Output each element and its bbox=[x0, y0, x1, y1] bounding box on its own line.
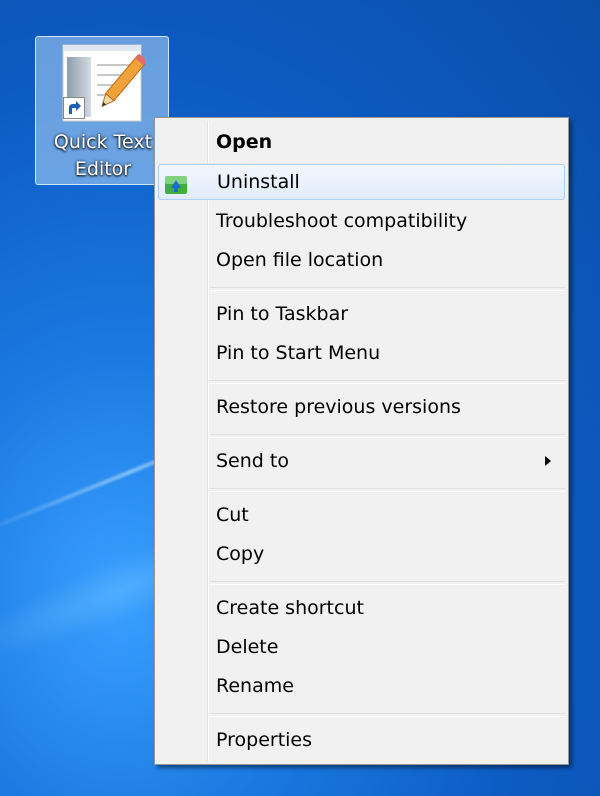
menu-item-label: Troubleshoot compatibility bbox=[216, 210, 468, 232]
icon-label-line1: Quick Text bbox=[53, 131, 153, 153]
menu-item-label: Properties bbox=[216, 729, 313, 751]
menu-item-open[interactable]: Open bbox=[158, 124, 565, 160]
menu-item-label: Pin to Start Menu bbox=[216, 342, 381, 364]
menu-item-label: Cut bbox=[216, 504, 249, 526]
menu-separator bbox=[210, 380, 565, 384]
menu-item-label: Restore previous versions bbox=[216, 396, 461, 418]
menu-item-restore-previous-versions[interactable]: Restore previous versions bbox=[158, 389, 565, 425]
menu-item-properties[interactable]: Properties bbox=[158, 722, 565, 758]
menu-separator bbox=[210, 713, 565, 717]
menu-separator bbox=[210, 581, 565, 585]
menu-item-label: Create shortcut bbox=[216, 597, 364, 619]
menu-item-label: Open bbox=[216, 131, 273, 153]
menu-separator bbox=[210, 434, 565, 438]
menu-item-rename[interactable]: Rename bbox=[158, 668, 565, 704]
menu-item-create-shortcut[interactable]: Create shortcut bbox=[158, 590, 565, 626]
desktop-icon-label: Quick Text Editor bbox=[36, 129, 170, 183]
menu-item-pin-to-start-menu[interactable]: Pin to Start Menu bbox=[158, 335, 565, 371]
menu-item-cut[interactable]: Cut bbox=[158, 497, 565, 533]
menu-item-troubleshoot-compatibility[interactable]: Troubleshoot compatibility bbox=[158, 203, 565, 239]
menu-item-label: Open file location bbox=[216, 249, 384, 271]
menu-item-label: Delete bbox=[216, 636, 279, 658]
menu-separator bbox=[210, 287, 565, 291]
desktop-icon-quick-text-editor[interactable]: Quick Text Editor bbox=[35, 36, 169, 185]
menu-item-send-to[interactable]: Send to bbox=[158, 443, 565, 479]
menu-separator bbox=[210, 488, 565, 492]
menu-item-open-file-location[interactable]: Open file location bbox=[158, 242, 565, 278]
menu-item-pin-to-taskbar[interactable]: Pin to Taskbar bbox=[158, 296, 565, 332]
menu-item-uninstall[interactable]: Uninstall bbox=[158, 164, 565, 200]
menu-item-copy[interactable]: Copy bbox=[158, 536, 565, 572]
menu-item-label: Copy bbox=[216, 543, 265, 565]
menu-item-label: Uninstall bbox=[217, 171, 300, 193]
icon-label-line2: Editor bbox=[74, 158, 132, 180]
menu-item-label: Send to bbox=[216, 450, 289, 472]
shortcut-arrow-icon bbox=[63, 97, 85, 119]
menu-item-label: Rename bbox=[216, 675, 294, 697]
uninstall-icon bbox=[164, 172, 188, 194]
submenu-arrow-icon bbox=[545, 456, 551, 466]
menu-item-label: Pin to Taskbar bbox=[216, 303, 349, 325]
context-menu: Open Uninstall Troubleshoot compatibilit… bbox=[154, 117, 569, 765]
menu-item-delete[interactable]: Delete bbox=[158, 629, 565, 665]
